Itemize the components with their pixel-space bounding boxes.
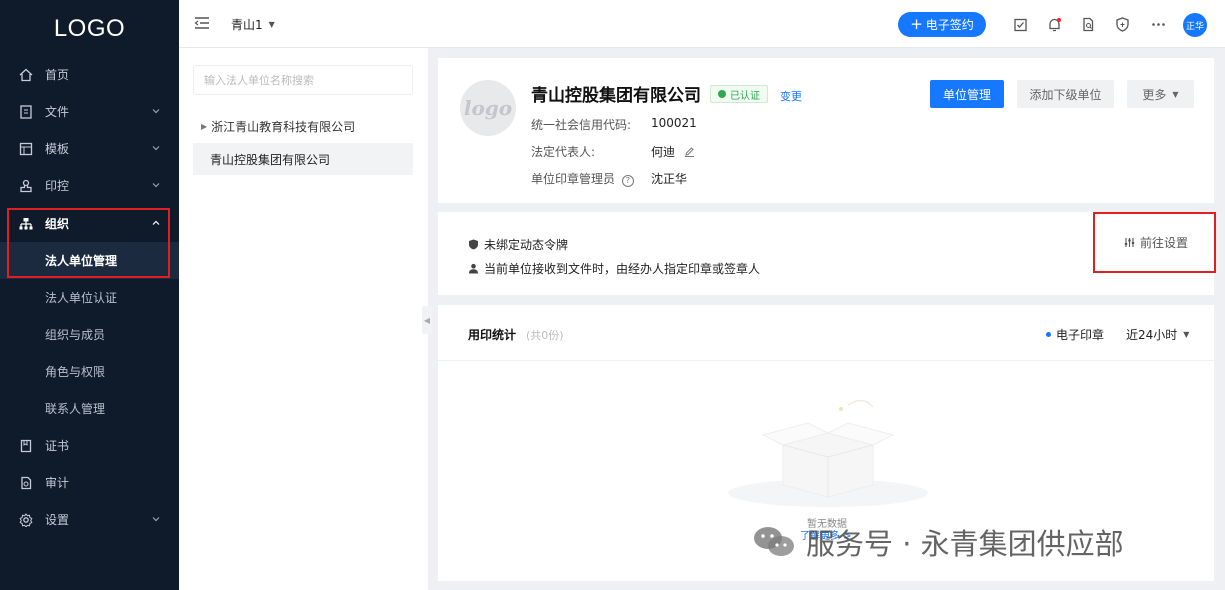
company-name: 青山控股集团有限公司 xyxy=(531,86,701,106)
workspace-selector[interactable]: 青山1 ▼ xyxy=(231,16,275,33)
seal-admin-row: 单位印章管理员 ? 沈正华 xyxy=(531,170,687,187)
menu-collapse-icon[interactable] xyxy=(194,16,210,33)
tree-node[interactable]: ▶ 浙江青山教育科技有限公司 xyxy=(201,118,355,135)
token-status-row: 未绑定动态令牌 xyxy=(468,236,568,253)
sidebar-item-file[interactable]: 文件 xyxy=(0,93,179,130)
more-button[interactable]: 更多 ▼ xyxy=(1127,80,1194,108)
sidebar-item-label: 首页 xyxy=(45,68,70,82)
sidebar-item-template[interactable]: 模板 xyxy=(0,130,179,167)
wechat-icon xyxy=(752,524,796,560)
add-subunit-button[interactable]: 添加下级单位 xyxy=(1017,80,1114,108)
audit-icon xyxy=(18,475,34,491)
legend-dot xyxy=(1046,332,1051,337)
verified-label: 已认证 xyxy=(730,90,760,102)
chevron-down-icon xyxy=(151,142,161,156)
task-check-icon[interactable] xyxy=(1011,15,1029,33)
shield-token-icon xyxy=(468,239,479,250)
seal-admin-value: 沈正华 xyxy=(651,172,688,186)
empty-box-illustration xyxy=(723,385,933,513)
credit-code-row: 统一社会信用代码: 100021 xyxy=(531,116,697,133)
caret-down-icon: ▼ xyxy=(1172,89,1179,99)
highlight-box xyxy=(1093,212,1216,273)
more-dots-icon[interactable] xyxy=(1149,15,1167,33)
tree-node-label: 浙江青山教育科技有限公司 xyxy=(211,120,356,134)
sidebar-item-settings[interactable]: 设置 xyxy=(0,501,179,538)
logo: LOGO xyxy=(53,15,126,42)
legal-rep-row: 法定代表人: 何迪 xyxy=(531,143,694,160)
sidebar-sub-roles-permissions[interactable]: 角色与权限 xyxy=(0,353,179,390)
chevron-down-icon xyxy=(151,179,161,193)
watermark: 服务号 · 永青集团供应部 xyxy=(752,521,1124,563)
unit-management-button[interactable]: 单位管理 xyxy=(930,80,1004,108)
workspace-name: 青山1 xyxy=(231,18,263,32)
home-icon xyxy=(18,67,34,83)
time-range-select[interactable]: 近24小时 ▼ xyxy=(1126,326,1189,343)
company-card: logo 青山控股集团有限公司 已认证 变更 统一社会信用代码: 100021 … xyxy=(438,58,1214,203)
seal-admin-label: 单位印章管理员 xyxy=(531,172,616,186)
legal-rep-value-wrap: 何迪 xyxy=(651,143,695,160)
verified-badge: 已认证 xyxy=(710,85,768,103)
check-circle-icon xyxy=(718,90,726,98)
token-status-text: 未绑定动态令牌 xyxy=(484,238,569,252)
stats-title: 用印统计 xyxy=(468,328,517,342)
sidebar-item-certificate[interactable]: 证书 xyxy=(0,427,179,464)
highlight-box xyxy=(7,208,170,278)
top-bar: 青山1 ▼ + 电子签约 正华 xyxy=(179,0,1225,48)
pane-collapse-handle[interactable]: ◀ xyxy=(422,306,432,334)
plus-icon: + xyxy=(910,15,923,33)
legend-esign-seal[interactable]: 电子印章 xyxy=(1046,326,1104,343)
user-icon xyxy=(468,263,479,274)
caret-right-icon[interactable]: ▶ xyxy=(201,122,207,131)
sidebar: LOGO 首页 文件 模板 印控 组织 法人单位管理 法人单位认证 组织与成员 … xyxy=(0,0,179,590)
company-logo: logo xyxy=(460,80,516,136)
stats-count: (共0份) xyxy=(526,329,564,342)
entity-tree-pane: 输入法人单位名称搜索 ▶ 浙江青山教育科技有限公司 青山控股集团有限公司 xyxy=(179,48,428,590)
sidebar-item-label: 设置 xyxy=(45,513,70,527)
caret-down-icon: ▼ xyxy=(268,20,275,29)
receive-rule-row: 当前单位接收到文件时，由经办人指定印章或签章人 xyxy=(468,260,760,277)
time-range-value: 近24小时 xyxy=(1126,328,1178,342)
credit-code-label: 统一社会信用代码: xyxy=(531,118,632,132)
tree-node-selected[interactable]: 青山控股集团有限公司 xyxy=(193,143,413,175)
sidebar-item-label: 证书 xyxy=(45,439,70,453)
template-icon xyxy=(18,141,34,157)
divider xyxy=(438,360,1214,361)
credit-code-value: 100021 xyxy=(651,116,697,130)
sidebar-sub-contacts[interactable]: 联系人管理 xyxy=(0,390,179,427)
help-icon[interactable]: ? xyxy=(621,175,634,187)
watermark-text: 服务号 · 永青集团供应部 xyxy=(806,527,1124,561)
sidebar-item-label: 文件 xyxy=(45,105,70,119)
file-icon xyxy=(18,104,34,120)
chevron-down-icon xyxy=(151,105,161,119)
avatar[interactable]: 正华 xyxy=(1183,13,1207,37)
gear-icon xyxy=(18,512,34,528)
esign-label: 电子签约 xyxy=(925,18,974,32)
sidebar-sub-org-members[interactable]: 组织与成员 xyxy=(0,316,179,353)
caret-down-icon: ▼ xyxy=(1183,330,1190,339)
sidebar-item-audit[interactable]: 审计 xyxy=(0,464,179,501)
legend-label: 电子印章 xyxy=(1056,328,1105,342)
sidebar-item-label: 印控 xyxy=(45,179,70,193)
sidebar-sub-legal-entity-certification[interactable]: 法人单位认证 xyxy=(0,279,179,316)
sidebar-item-label: 审计 xyxy=(45,476,70,490)
legal-rep-label: 法定代表人: xyxy=(531,145,596,159)
sidebar-item-seal-control[interactable]: 印控 xyxy=(0,167,179,204)
certificate-icon xyxy=(18,438,34,454)
entity-search-input[interactable]: 输入法人单位名称搜索 xyxy=(193,65,413,95)
more-label: 更多 xyxy=(1142,87,1167,102)
change-link[interactable]: 变更 xyxy=(780,88,802,104)
receive-rule-text: 当前单位接收到文件时，由经办人指定印章或签章人 xyxy=(484,262,761,276)
chevron-down-icon xyxy=(151,513,161,527)
document-search-icon[interactable] xyxy=(1079,15,1097,33)
legal-rep-value: 何迪 xyxy=(651,145,676,159)
shield-icon[interactable] xyxy=(1113,15,1131,33)
bell-icon[interactable] xyxy=(1045,15,1063,33)
sidebar-item-home[interactable]: 首页 xyxy=(0,56,179,93)
sidebar-item-label: 模板 xyxy=(45,142,70,156)
stamp-icon xyxy=(18,178,34,194)
esign-button[interactable]: + 电子签约 xyxy=(898,12,986,37)
edit-icon[interactable] xyxy=(684,146,695,160)
